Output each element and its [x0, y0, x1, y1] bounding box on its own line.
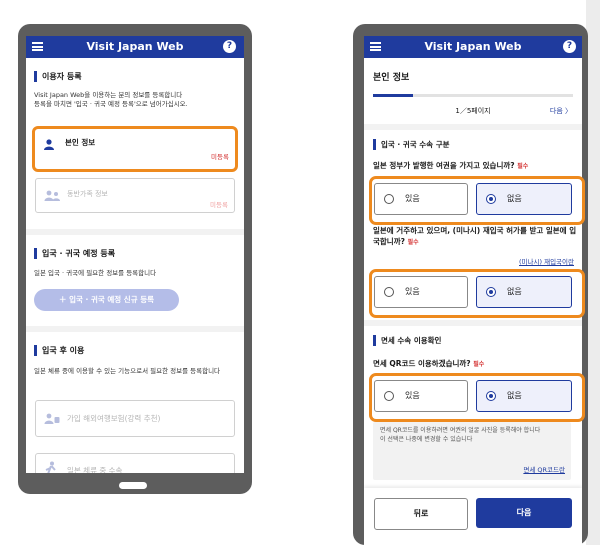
section-user-registration-title: 이용자 등록: [34, 71, 82, 82]
personal-info-status: 미등록: [211, 153, 229, 161]
insurance-icon: [44, 413, 60, 424]
required-badge: 필수: [407, 239, 419, 246]
bottom-action-bar: 뒤로 다음: [364, 488, 582, 545]
walking-person-icon: [45, 461, 56, 473]
section-user-registration-desc: Visit Japan Web을 이용하는 분의 정보를 등록합니다 등록을 마…: [34, 91, 188, 108]
tax-free-note-box: 면세 QR코드를 이용하려면 여권의 얼굴 사진을 등록해야 합니다 이 선택은…: [373, 422, 571, 480]
question-japanese-passport: 일본 정부가 발행한 여권을 가지고 있습니까? 필수: [373, 161, 529, 170]
help-icon[interactable]: ?: [223, 40, 236, 53]
section-procedure-type-title: 입국 · 귀국 수속 구분: [373, 139, 450, 150]
next-page-link[interactable]: 다음 〉: [550, 106, 572, 116]
section-divider: [26, 229, 244, 235]
highlight-q3-options: [369, 373, 585, 422]
travel-insurance-card: 가입 해외여행보험(강력 추천): [35, 400, 235, 437]
required-badge: 필수: [517, 163, 529, 170]
progress-bar: [373, 94, 573, 97]
required-badge: 필수: [473, 361, 485, 368]
family-icon: [44, 190, 60, 201]
question-tax-free-qr: 면세 QR코드 이용하겠습니까? 필수: [373, 359, 485, 368]
back-button[interactable]: 뒤로: [374, 498, 468, 530]
section-after-entry-title: 입국 후 이용: [34, 345, 84, 356]
section-entry-registration-title: 입국 · 귀국 예정 등록: [34, 248, 115, 259]
highlight-q2-options: [369, 269, 585, 318]
app-header: Visit Japan Web ?: [364, 36, 582, 58]
phone-screen-left: Visit Japan Web ? 이용자 등록 Visit Japan Web…: [26, 36, 244, 473]
person-icon: [44, 139, 54, 150]
page-scrollbar[interactable]: [586, 0, 600, 545]
section-tax-free-title: 면세 수속 이용확인: [373, 335, 441, 346]
reentry-info-link[interactable]: (미나시) 재입국이란: [519, 256, 574, 266]
stay-procedure-card: 일본 체류 중 수속: [35, 453, 235, 473]
help-icon[interactable]: ?: [563, 40, 576, 53]
stay-procedure-label: 일본 체류 중 수속: [67, 466, 123, 473]
app-title: Visit Japan Web: [424, 40, 522, 53]
section-divider: [26, 326, 244, 332]
family-info-label: 동반가족 정보: [67, 190, 108, 198]
highlight-q1-options: [369, 176, 585, 225]
section-entry-registration-desc: 일본 입국 · 귀국에 필요한 정보를 등록합니다: [34, 269, 157, 277]
app-header: Visit Japan Web ?: [26, 36, 244, 58]
section-after-entry-desc: 일본 체류 중에 이용할 수 있는 기능으로서 필요한 정보를 등록합니다: [34, 367, 221, 375]
page-title: 본인 정보: [373, 73, 410, 83]
new-entry-registration-button[interactable]: ＋ 입국 · 귀국 예정 신규 등록: [34, 289, 179, 311]
personal-info-label: 본인 정보: [65, 138, 96, 147]
personal-info-card[interactable]: 본인 정보 미등록: [32, 126, 238, 172]
app-title: Visit Japan Web: [86, 40, 184, 53]
progress-bar-fill: [373, 94, 413, 97]
next-button[interactable]: 다음: [476, 498, 572, 528]
section-divider: [364, 124, 582, 130]
travel-insurance-label: 가입 해외여행보험(강력 추천): [67, 414, 161, 423]
tax-free-qr-link[interactable]: 면세 QR코드란: [523, 464, 565, 474]
family-info-card: 동반가족 정보 미등록: [35, 178, 235, 213]
question-reentry-permit: 일본에 거주하고 있으며, (미나시) 재입국 허가를 받고 일본에 입국합니까…: [373, 226, 577, 246]
family-info-status: 미등록: [210, 201, 228, 209]
home-button[interactable]: [119, 482, 147, 489]
tax-free-note-text: 면세 QR코드를 이용하려면 여권의 얼굴 사진을 등록해야 합니다 이 선택은…: [380, 427, 541, 443]
section-divider: [364, 320, 582, 326]
